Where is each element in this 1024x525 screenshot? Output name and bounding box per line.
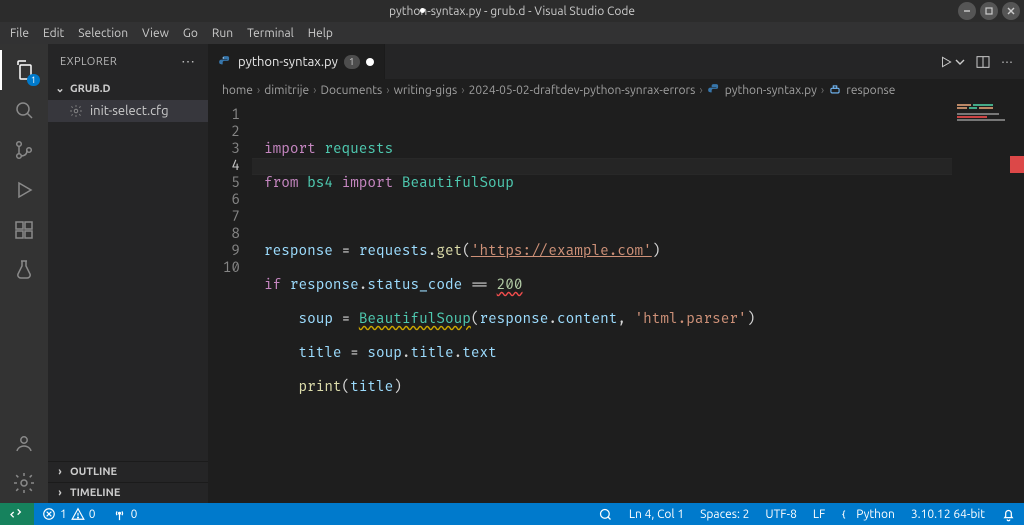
file-item[interactable]: init-select.cfg xyxy=(48,100,208,122)
code-editor[interactable]: import requests from bs4 import Beautifu… xyxy=(252,101,952,503)
variable-icon xyxy=(828,83,842,97)
current-line-highlight xyxy=(252,158,952,175)
workspace-name: GRUB.D xyxy=(70,83,111,95)
menu-help[interactable]: Help xyxy=(302,25,339,42)
menu-bar: File Edit Selection View Go Run Terminal… xyxy=(0,22,1024,44)
python-file-icon xyxy=(707,83,721,97)
brace-icon xyxy=(841,509,852,520)
chevron-right-icon: › xyxy=(54,487,66,499)
window-title: python-syntax.py - grub.d - Visual Studi… xyxy=(389,5,635,18)
activity-source-control[interactable] xyxy=(0,130,48,170)
overview-ruler-error[interactable] xyxy=(1010,156,1024,173)
file-tree: init-select.cfg xyxy=(48,98,208,461)
activity-run-debug[interactable] xyxy=(0,170,48,210)
workspace-header[interactable]: ⌄ GRUB.D xyxy=(48,79,208,98)
tab-label: python-syntax.py xyxy=(238,55,338,69)
breadcrumbs[interactable]: home› dimitrije› Documents› writing-gigs… xyxy=(208,79,1024,101)
activity-bar: 1 xyxy=(0,44,48,503)
activity-account[interactable] xyxy=(0,423,48,463)
sidebar-title: EXPLORER xyxy=(60,56,117,68)
activity-extensions[interactable] xyxy=(0,210,48,250)
chevron-down-icon: ⌄ xyxy=(54,82,66,95)
activity-explorer[interactable]: 1 xyxy=(0,50,48,90)
remote-indicator[interactable] xyxy=(0,503,34,525)
status-eol[interactable]: LF xyxy=(805,503,833,525)
menu-terminal[interactable]: Terminal xyxy=(241,25,300,42)
editor-group: python-syntax.py 1 ⋯ home› d xyxy=(208,44,1024,503)
error-icon xyxy=(42,507,56,521)
close-button[interactable] xyxy=(1002,2,1020,20)
bell-icon xyxy=(1001,507,1016,522)
status-encoding[interactable]: UTF-8 xyxy=(757,503,804,525)
radio-tower-icon xyxy=(112,507,127,522)
window-controls xyxy=(958,2,1020,20)
more-actions-button[interactable]: ⋯ xyxy=(1001,55,1014,69)
split-editor-button[interactable] xyxy=(975,54,991,70)
dirty-indicator-icon xyxy=(366,58,374,66)
activity-testing[interactable] xyxy=(0,250,48,290)
tab-python-syntax[interactable]: python-syntax.py 1 xyxy=(208,44,385,79)
menu-run[interactable]: Run xyxy=(206,25,239,42)
minimize-button[interactable] xyxy=(958,2,976,20)
python-file-icon xyxy=(218,55,232,69)
modified-dot-icon xyxy=(420,8,425,13)
status-bar: 1 0 0 Ln 4, Col 1 Spaces: 2 UTF-8 LF Pyt… xyxy=(0,503,1024,525)
menu-file[interactable]: File xyxy=(4,25,35,42)
tab-bar: python-syntax.py 1 ⋯ xyxy=(208,44,1024,79)
menu-go[interactable]: Go xyxy=(177,25,204,42)
run-file-button[interactable] xyxy=(939,55,965,69)
status-problems[interactable]: 1 0 xyxy=(34,503,104,525)
status-language[interactable]: Python xyxy=(833,503,903,525)
outline-pane[interactable]: › OUTLINE xyxy=(48,461,208,482)
explorer-panel: EXPLORER ⋯ ⌄ GRUB.D init-select.cfg › OU… xyxy=(48,44,208,503)
tab-problems-badge: 1 xyxy=(344,55,360,69)
status-feedback-icon[interactable] xyxy=(590,503,621,525)
maximize-button[interactable] xyxy=(980,2,998,20)
line-number-gutter: 12345 678910 xyxy=(208,101,252,503)
menu-selection[interactable]: Selection xyxy=(72,25,134,42)
title-bar: python-syntax.py - grub.d - Visual Studi… xyxy=(0,0,1024,22)
status-indent[interactable]: Spaces: 2 xyxy=(692,503,757,525)
chevron-right-icon: › xyxy=(54,466,66,478)
status-ports[interactable]: 0 xyxy=(104,503,146,525)
menu-view[interactable]: View xyxy=(136,25,175,42)
explorer-badge: 1 xyxy=(27,74,40,86)
sidebar-more-icon[interactable]: ⋯ xyxy=(181,53,196,70)
status-interpreter[interactable]: 3.10.12 64-bit xyxy=(903,503,993,525)
activity-search[interactable] xyxy=(0,90,48,130)
chevron-down-icon xyxy=(955,57,965,67)
file-name: init-select.cfg xyxy=(90,104,169,118)
status-line-col[interactable]: Ln 4, Col 1 xyxy=(621,503,692,525)
activity-settings[interactable] xyxy=(0,463,48,503)
status-notifications[interactable] xyxy=(993,503,1024,525)
menu-edit[interactable]: Edit xyxy=(37,25,70,42)
gear-icon xyxy=(68,103,84,119)
timeline-pane[interactable]: › TIMELINE xyxy=(48,482,208,503)
warning-icon xyxy=(71,507,85,521)
